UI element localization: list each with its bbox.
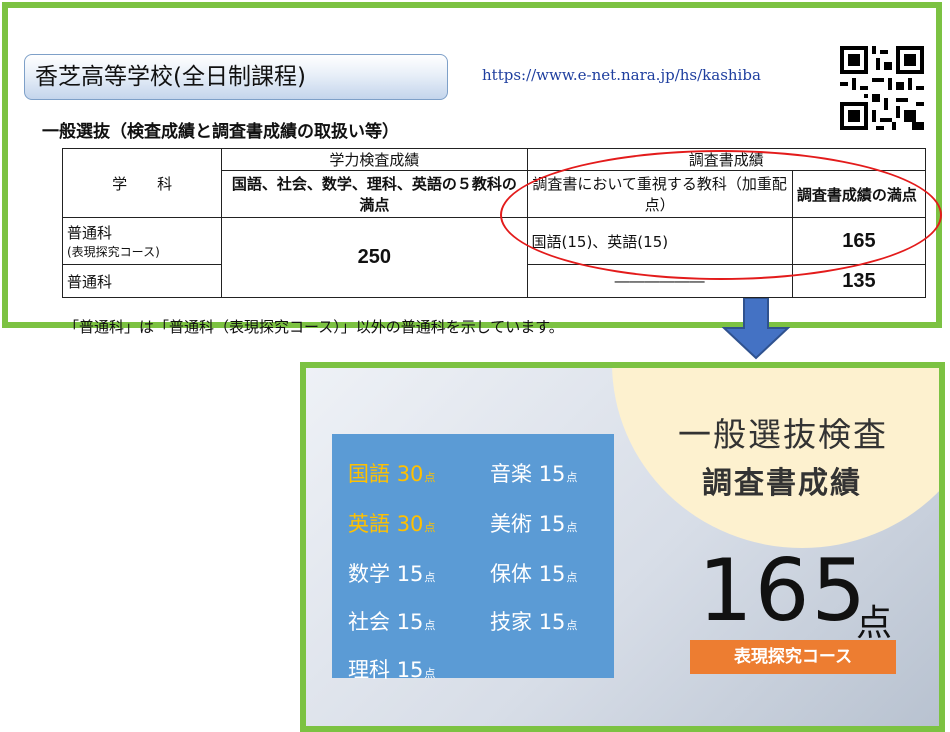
course-badge: 表現探究コース <box>690 640 896 674</box>
department-name: 普通科 <box>67 224 113 242</box>
subject-score-item: 英語 30点 <box>348 512 436 536</box>
down-arrow-icon <box>722 298 790 360</box>
subject-score-box: 国語 30点 英語 30点 数学 15点 社会 15点 理科 15点 音楽 15… <box>332 434 614 682</box>
subject-score-item: 音楽 15点 <box>490 462 578 486</box>
subject-score-item: 数学 15点 <box>348 562 436 586</box>
exam-score-header: 学力検査成績 <box>221 148 528 171</box>
total-score-unit: 点 <box>856 603 893 644</box>
exam-full-score: 250 <box>221 217 528 298</box>
summary-heading-line1: 一般選抜検査 <box>678 415 888 454</box>
summary-panel: 一般選抜検査 調査書成績 国語 30点 英語 30点 数学 15点 社会 15点… <box>300 362 945 732</box>
department-cell: 普通科 (表現探究コース) <box>61 217 223 265</box>
exam-subjects-header: 国語、社会、数学、理科、英語の５教科の満点 <box>221 170 528 218</box>
department-header: 学 科 <box>61 148 223 218</box>
subject-score-item: 美術 15点 <box>490 512 578 536</box>
subject-score-item: 理科 15点 <box>348 658 436 682</box>
subject-score-item: 社会 15点 <box>348 610 436 634</box>
subject-score-item: 技家 15点 <box>490 610 578 634</box>
footnote: 「普通科」は「普通科（表現探究コース）」以外の普通科を示しています。 <box>64 318 564 336</box>
subject-score-item: 保体 15点 <box>490 562 578 586</box>
highlight-ellipse <box>500 150 942 280</box>
qr-code-icon[interactable] <box>840 46 924 130</box>
total-score: 165 <box>698 541 869 641</box>
department-cell: 普通科 <box>61 264 223 298</box>
school-title: 香芝高等学校(全日制課程) <box>24 54 448 100</box>
section-subheading: 一般選抜（検査成績と調査書成績の取扱い等） <box>42 122 399 142</box>
subject-score-item: 国語 30点 <box>348 462 436 486</box>
school-url-link[interactable]: https://www.e-net.nara.jp/hs/kashiba <box>482 66 761 84</box>
summary-heading-line2: 調査書成績 <box>702 466 862 501</box>
department-note: (表現探究コース) <box>67 245 160 259</box>
